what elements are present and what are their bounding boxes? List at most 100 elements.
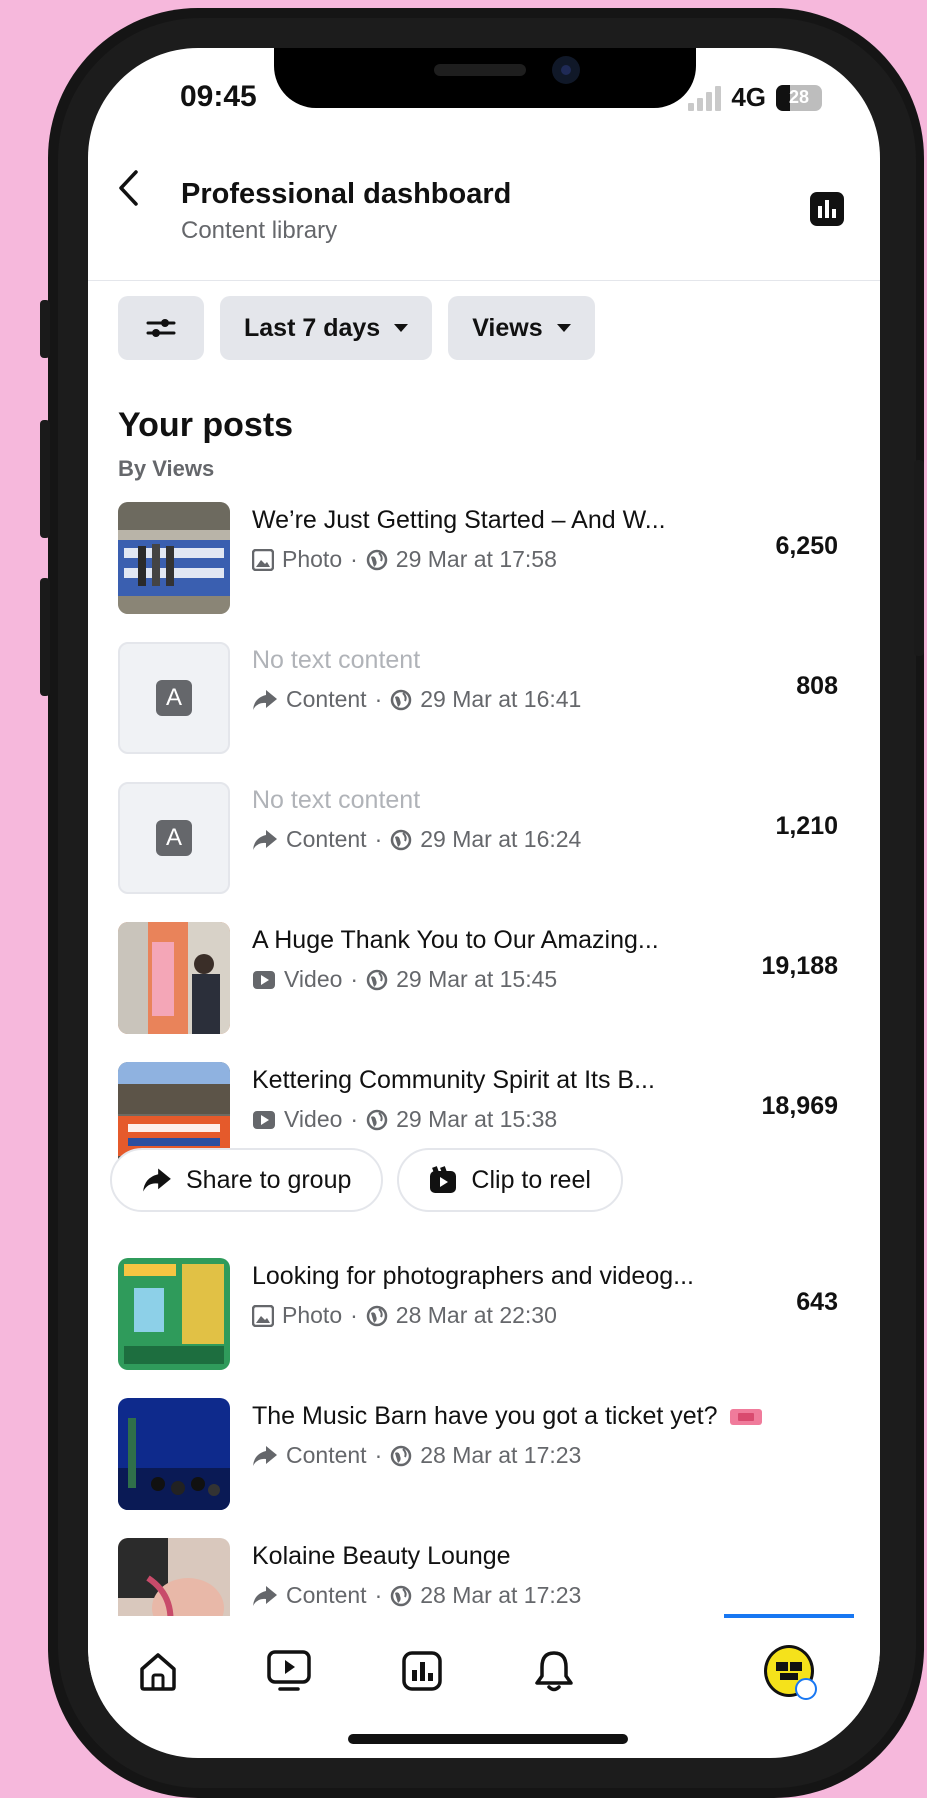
caret-down-icon	[556, 324, 571, 332]
back-button[interactable]	[108, 158, 148, 218]
globe-icon	[390, 689, 412, 710]
post-date: 29 Mar at 16:24	[420, 826, 582, 852]
menu-badge-icon	[795, 1678, 817, 1700]
post-row[interactable]: A No text content Content · 29 Mar at 16…	[118, 642, 838, 754]
post-thumbnail: A	[118, 782, 230, 894]
active-tab-indicator	[724, 1614, 854, 1618]
post-row[interactable]: A Huge Thank You to Our Amazing... Video…	[118, 922, 838, 1034]
network-type: 4G	[731, 82, 766, 112]
volume-up-button	[40, 420, 50, 538]
notch	[274, 48, 696, 108]
post-meta: Photo · 28 Mar at 22:30	[252, 1302, 557, 1329]
globe-icon	[366, 549, 388, 570]
post-meta: Content · 29 Mar at 16:41	[252, 686, 581, 713]
page-subtitle: Content library	[181, 217, 338, 244]
post-title: We’re Just Getting Started – And W...	[252, 506, 666, 534]
chevron-left-icon	[119, 170, 138, 206]
post-date: 28 Mar at 22:30	[395, 1302, 557, 1328]
post-date: 29 Mar at 17:58	[395, 546, 557, 572]
post-views: 808	[796, 672, 838, 700]
bell-icon	[535, 1651, 573, 1692]
post-meta: Video · 29 Mar at 15:45	[252, 966, 557, 993]
post-views: 643	[796, 1288, 838, 1316]
post-type: Photo	[282, 546, 343, 572]
tab-notifications[interactable]	[529, 1646, 579, 1696]
share-to-group-label: Share to group	[186, 1165, 352, 1194]
post-type: Photo	[282, 1302, 343, 1328]
post-actions: Share to group Clip to reel	[110, 1148, 623, 1212]
post-row[interactable]: A No text content Content · 29 Mar at 16…	[118, 782, 838, 894]
insights-icon	[402, 1651, 442, 1691]
page-title: Professional dashboard	[181, 178, 512, 210]
section-subtitle: By Views	[118, 456, 215, 481]
tab-video[interactable]	[264, 1646, 314, 1696]
post-row[interactable]: Looking for photographers and videog... …	[118, 1258, 838, 1370]
phone-screen: 09:45 4G 28 Professional dashboard Conte…	[88, 48, 880, 1758]
mute-switch	[40, 300, 50, 358]
battery-icon: 28	[776, 84, 822, 111]
share-arrow-icon	[253, 1585, 277, 1606]
post-type: Content	[286, 1442, 367, 1468]
post-title: Looking for photographers and videog...	[252, 1262, 694, 1290]
share-to-group-button[interactable]: Share to group	[110, 1148, 384, 1212]
post-type: Video	[284, 1106, 343, 1132]
photo-icon	[252, 548, 274, 571]
profile-avatar	[764, 1645, 817, 1700]
post-date: 29 Mar at 15:38	[396, 1106, 558, 1132]
post-date: 29 Mar at 16:41	[420, 686, 582, 712]
date-range-dropdown[interactable]: Last 7 days	[220, 296, 433, 360]
post-meta: Photo · 29 Mar at 17:58	[252, 546, 557, 573]
filter-bar: Last 7 days Views	[118, 296, 595, 360]
app-header: Professional dashboard Content library	[88, 130, 880, 250]
video-icon	[253, 1110, 275, 1129]
post-row[interactable]: The Music Barn have you got a ticket yet…	[118, 1398, 838, 1510]
metric-label: Views	[472, 313, 543, 342]
post-meta: Content · 29 Mar at 16:24	[252, 826, 581, 853]
globe-icon	[390, 1585, 412, 1606]
power-button	[914, 460, 924, 656]
battery-level: 28	[788, 87, 810, 107]
clip-to-reel-label: Clip to reel	[471, 1165, 591, 1194]
post-thumbnail	[118, 1398, 230, 1510]
post-thumbnail: A	[118, 642, 230, 754]
front-camera	[552, 56, 580, 84]
home-icon	[140, 1653, 176, 1691]
post-date: 28 Mar at 17:23	[420, 1442, 582, 1468]
home-indicator	[348, 1734, 628, 1744]
post-row[interactable]: We’re Just Getting Started – And W... Ph…	[118, 502, 838, 614]
globe-icon	[390, 1445, 412, 1466]
post-views: 18,969	[761, 1092, 838, 1120]
post-title: Kettering Community Spirit at Its B...	[252, 1066, 655, 1094]
section-title: Your posts	[118, 406, 294, 444]
post-meta: Content · 28 Mar at 17:23	[252, 1582, 581, 1609]
post-title: A Huge Thank You to Our Amazing...	[252, 926, 659, 954]
share-arrow-icon	[253, 1445, 277, 1466]
post-thumbnail	[118, 502, 230, 614]
post-meta: Video · 29 Mar at 15:38	[252, 1106, 557, 1133]
status-indicators: 4G 28	[688, 82, 822, 113]
post-type: Video	[284, 966, 343, 992]
share-arrow-icon	[253, 829, 277, 850]
post-date: 29 Mar at 15:45	[396, 966, 558, 992]
tab-home[interactable]	[133, 1646, 183, 1696]
post-thumbnail	[118, 922, 230, 1034]
video-icon	[253, 970, 275, 989]
post-title: The Music Barn have you got a ticket yet…	[252, 1402, 763, 1431]
post-title: No text content	[252, 646, 421, 674]
globe-icon	[366, 1109, 388, 1130]
globe-icon	[366, 969, 388, 990]
bar-chart-icon	[810, 192, 844, 226]
filter-settings-button[interactable]	[118, 296, 204, 360]
insights-button[interactable]	[810, 192, 844, 226]
post-type: Content	[286, 686, 367, 712]
header-divider	[88, 280, 880, 281]
post-title: Kolaine Beauty Lounge	[252, 1542, 511, 1570]
clip-to-reel-button[interactable]: Clip to reel	[397, 1148, 623, 1212]
post-date: 28 Mar at 17:23	[420, 1582, 582, 1608]
tab-insights[interactable]	[397, 1646, 447, 1696]
metric-dropdown[interactable]: Views	[448, 296, 595, 360]
post-type: Content	[286, 826, 367, 852]
post-type: Content	[286, 1582, 367, 1608]
photo-icon	[252, 1304, 274, 1327]
tab-profile[interactable]	[764, 1645, 817, 1700]
